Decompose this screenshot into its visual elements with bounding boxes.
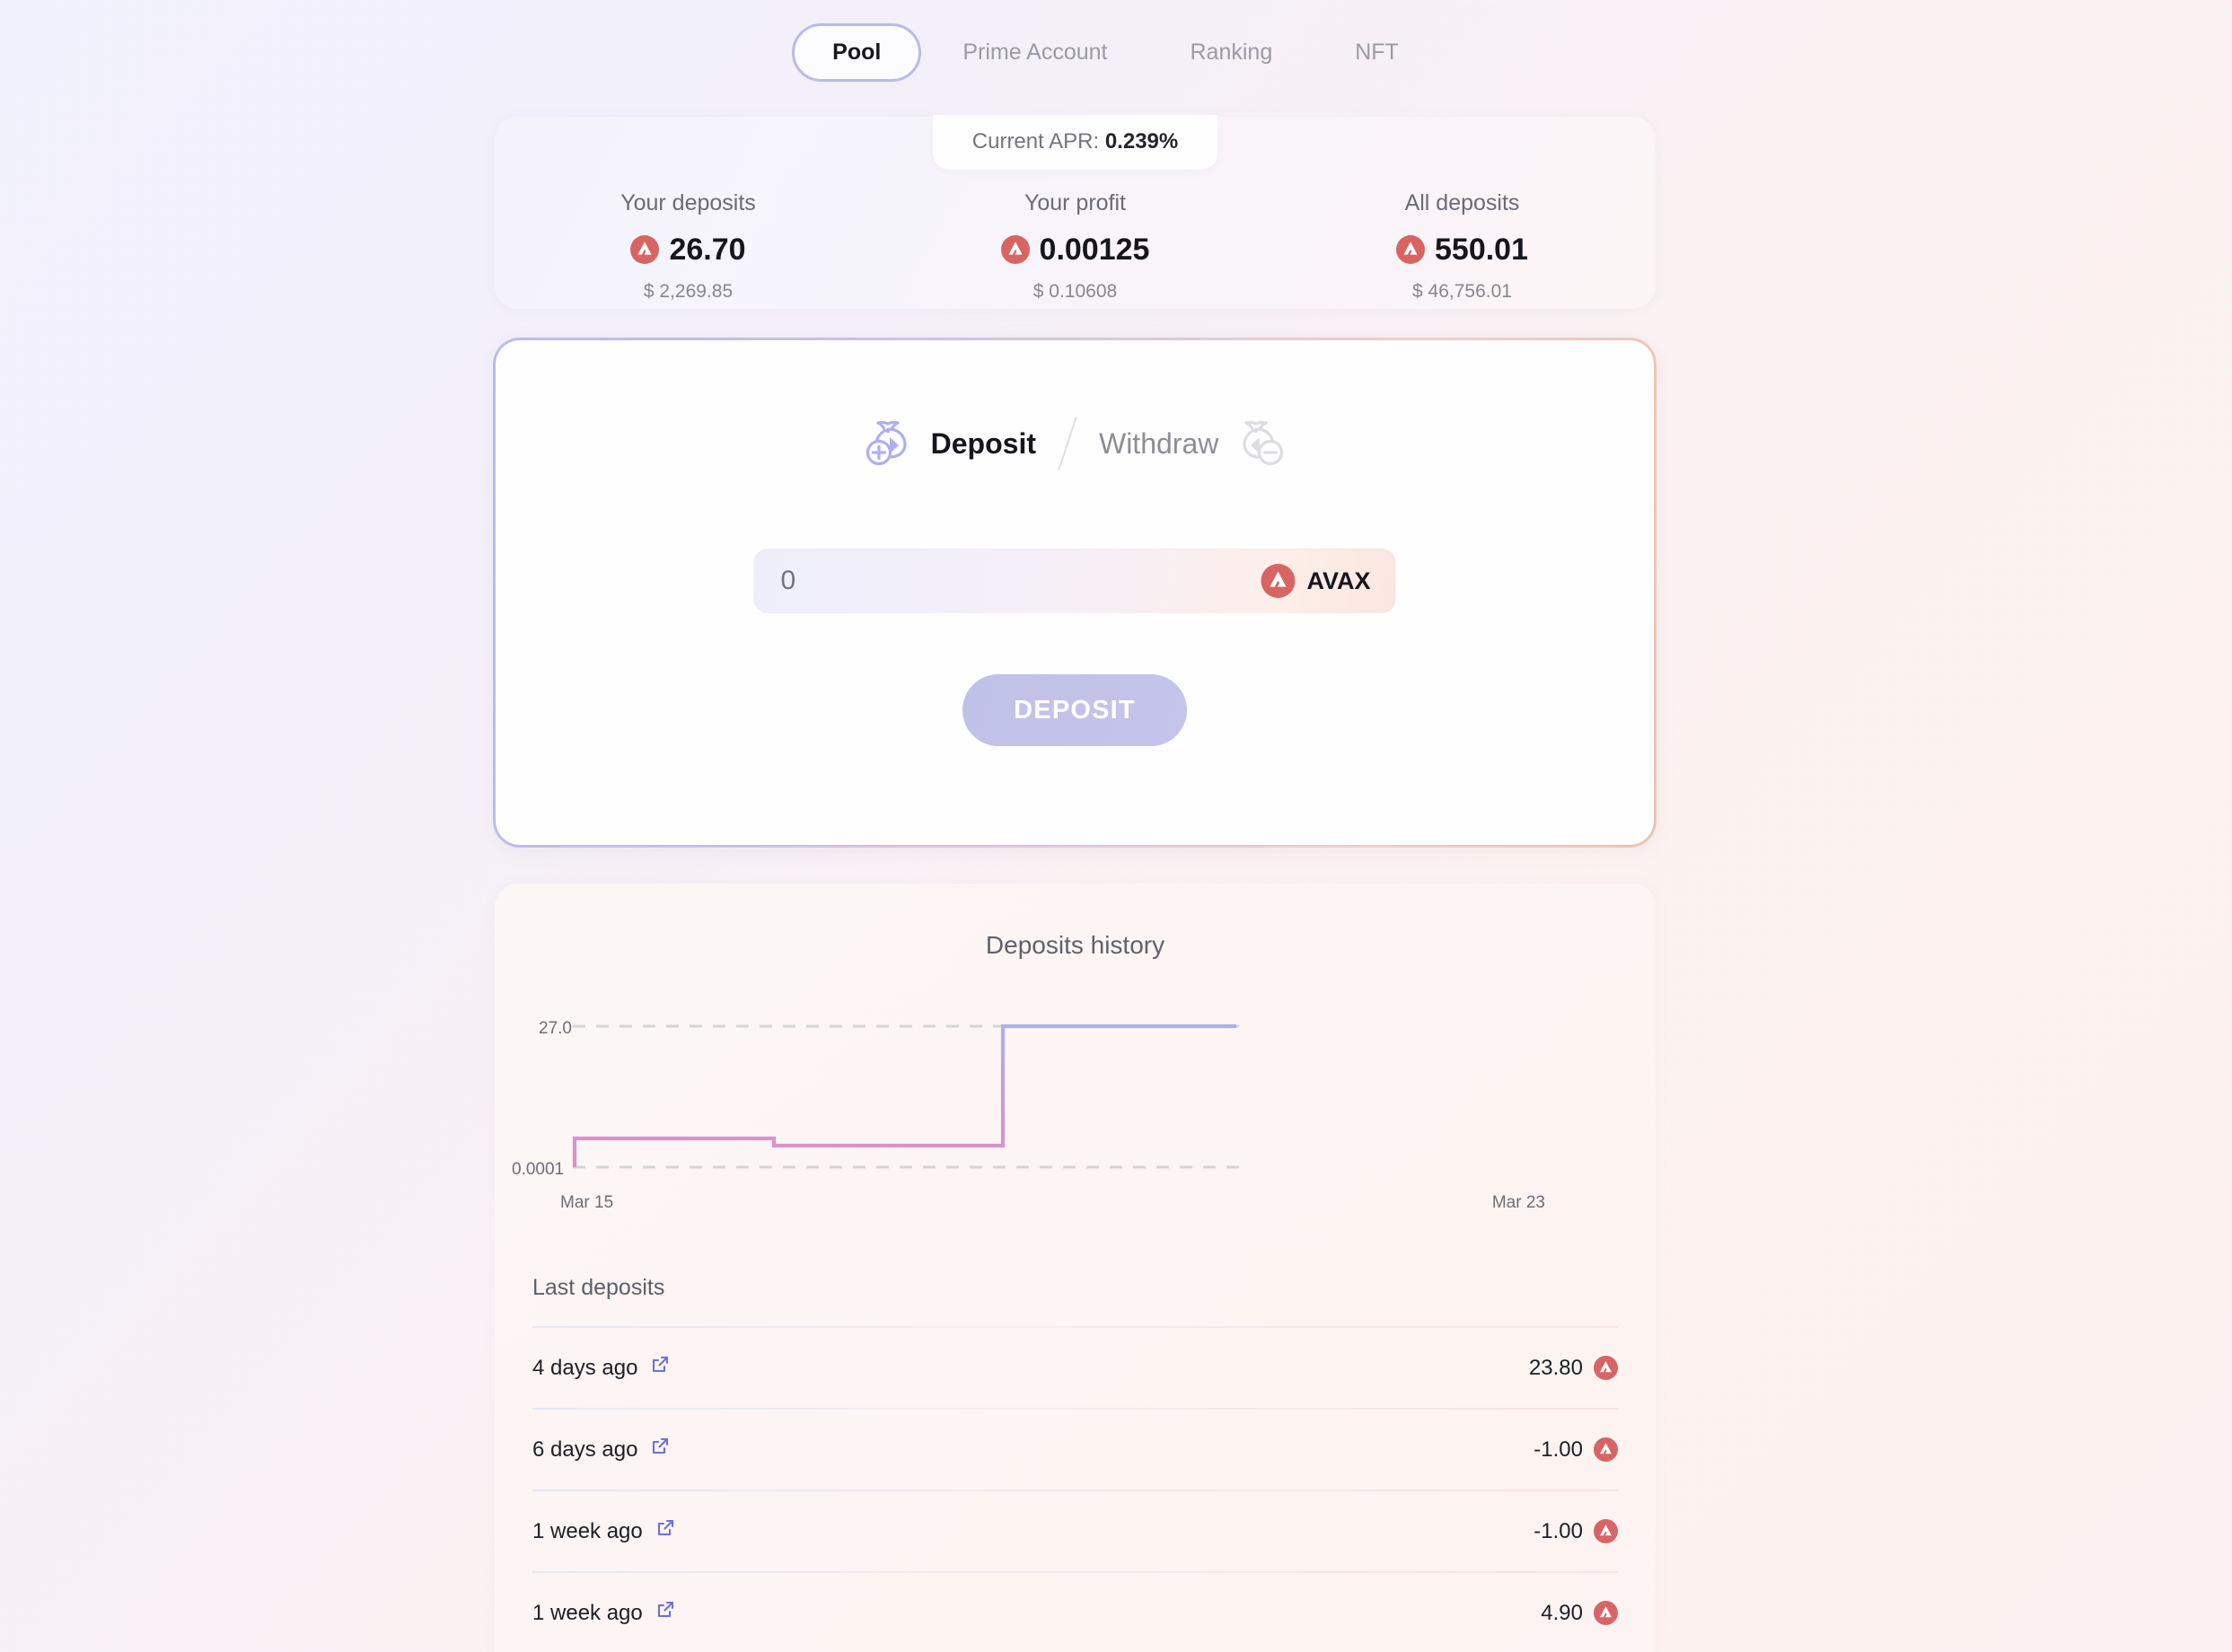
stats-card: Current APR: 0.239% Your deposits 26.70 …: [495, 115, 1656, 309]
last-deposits-list: 4 days ago 23.80 6 days ago -1.00 1 week…: [495, 1326, 1656, 1652]
external-link-icon[interactable]: [650, 1437, 670, 1463]
deposit-time: 1 week ago: [532, 1600, 643, 1625]
deposit-time-wrap: 4 days ago: [532, 1355, 670, 1381]
stat-value-wrap: 26.70: [495, 234, 882, 265]
avax-icon: [1594, 1519, 1618, 1543]
last-deposits-title: Last deposits: [532, 1275, 665, 1300]
tab-ranking[interactable]: Ranking: [1149, 41, 1314, 64]
external-link-icon[interactable]: [655, 1518, 675, 1544]
tab-pool[interactable]: Pool: [792, 23, 922, 82]
token-selector[interactable]: AVAX: [1261, 564, 1371, 598]
money-bag-minus-icon: [1231, 413, 1287, 473]
deposit-time: 6 days ago: [532, 1437, 638, 1462]
stat-usd: $ 46,756.01: [1412, 281, 1512, 302]
stat-value-wrap: 550.01: [1269, 234, 1656, 265]
list-item[interactable]: 4 days ago 23.80: [532, 1326, 1618, 1408]
deposit-time-wrap: 6 days ago: [532, 1437, 670, 1463]
external-link-icon[interactable]: [655, 1600, 675, 1626]
external-link-icon[interactable]: [650, 1355, 670, 1381]
y-axis-tick-bottom: 0.0001: [512, 1160, 565, 1179]
mode-withdraw[interactable]: Withdraw: [1099, 413, 1287, 473]
stat-label: All deposits: [1404, 190, 1520, 215]
deposit-withdraw-switch: Deposit Withdraw: [496, 413, 1654, 473]
avax-icon: [1594, 1356, 1618, 1380]
stat-all-deposits: All deposits 550.01 $ 46,756.01: [1269, 192, 1656, 301]
chart-series-line: [572, 1024, 1236, 1167]
tab-nft[interactable]: NFT: [1314, 41, 1440, 64]
deposits-history-title: Deposits history: [985, 931, 1165, 959]
main-tabs: Pool Prime Account Ranking NFT: [0, 23, 2232, 82]
avax-icon: [1261, 564, 1296, 598]
list-item[interactable]: 1 week ago 4.90: [532, 1571, 1618, 1652]
deposit-amount: -1.00: [1533, 1437, 1583, 1462]
stat-amount: 0.00125: [1039, 233, 1150, 267]
deposit-amount: 4.90: [1541, 1600, 1583, 1625]
x-axis-tick-end: Mar 23: [1491, 1193, 1545, 1212]
history-card: Deposits history 27.0 0.0001 Mar 15 Mar …: [495, 883, 1656, 1652]
deposits-history-chart: 27.0 0.0001 Mar 15 Mar 23: [495, 1003, 1656, 1212]
deposit-amount-wrap: -1.00: [1533, 1437, 1618, 1463]
mode-deposit-label: Deposit: [930, 426, 1036, 460]
y-axis-tick-top: 27.0: [539, 1019, 572, 1038]
deposit-time: 4 days ago: [532, 1355, 638, 1380]
deposit-card-inner: Deposit Withdraw 0 AVAX DEPOSIT: [496, 340, 1654, 845]
mode-withdraw-label: Withdraw: [1098, 426, 1219, 460]
stat-value-wrap: 0.00125: [882, 234, 1269, 265]
app-root: Pool Prime Account Ranking NFT Current A…: [0, 0, 2232, 1652]
deposit-submit-button[interactable]: DEPOSIT: [962, 674, 1187, 746]
x-axis-tick-start: Mar 15: [560, 1193, 614, 1212]
deposit-time-wrap: 1 week ago: [532, 1518, 675, 1544]
amount-input[interactable]: [780, 549, 1261, 613]
stat-your-deposits: Your deposits 26.70 $ 2,269.85: [495, 190, 882, 302]
apr-value: 0.239%: [1104, 129, 1179, 154]
chart-svg: [572, 1024, 1239, 1169]
token-symbol: AVAX: [1306, 567, 1371, 594]
mode-deposit[interactable]: Deposit: [863, 413, 1036, 473]
stats-row: Your deposits 26.70 $ 2,269.85 Your prof…: [495, 190, 1656, 302]
avax-icon: [1396, 235, 1425, 264]
deposit-time: 1 week ago: [532, 1518, 643, 1543]
mode-divider: [1058, 416, 1077, 470]
avax-icon: [1594, 1437, 1618, 1462]
avax-icon: [630, 235, 660, 264]
current-apr-badge: Current APR: 0.239%: [932, 115, 1218, 170]
avax-icon: [1000, 235, 1030, 264]
list-item[interactable]: 1 week ago -1.00: [532, 1489, 1618, 1571]
list-item[interactable]: 6 days ago -1.00: [532, 1408, 1618, 1489]
money-bag-plus-icon: [863, 413, 918, 473]
amount-input-box[interactable]: AVAX: [753, 549, 1396, 613]
deposit-amount-wrap: 4.90: [1541, 1601, 1618, 1626]
stat-your-profit: Your profit 0.00125 $ 0.10608: [882, 192, 1269, 301]
avax-icon: [1594, 1601, 1618, 1625]
stat-label: Your deposits: [620, 190, 756, 215]
stat-amount: 26.70: [669, 233, 746, 267]
tab-prime-account[interactable]: Prime Account: [921, 41, 1148, 64]
stat-label: Your profit: [1024, 190, 1127, 215]
stat-usd: $ 2,269.85: [643, 281, 734, 302]
deposit-amount-wrap: 23.80: [1529, 1356, 1618, 1381]
apr-label: Current APR:: [971, 129, 1105, 154]
deposit-time-wrap: 1 week ago: [532, 1600, 675, 1626]
deposit-amount: -1.00: [1533, 1518, 1583, 1543]
stat-amount: 550.01: [1435, 233, 1528, 267]
deposit-card: Deposit Withdraw 0 AVAX DEPOSIT: [493, 338, 1656, 848]
deposit-amount: 23.80: [1528, 1355, 1583, 1380]
stat-usd: $ 0.10608: [1033, 281, 1118, 302]
deposit-amount-wrap: -1.00: [1533, 1519, 1618, 1544]
